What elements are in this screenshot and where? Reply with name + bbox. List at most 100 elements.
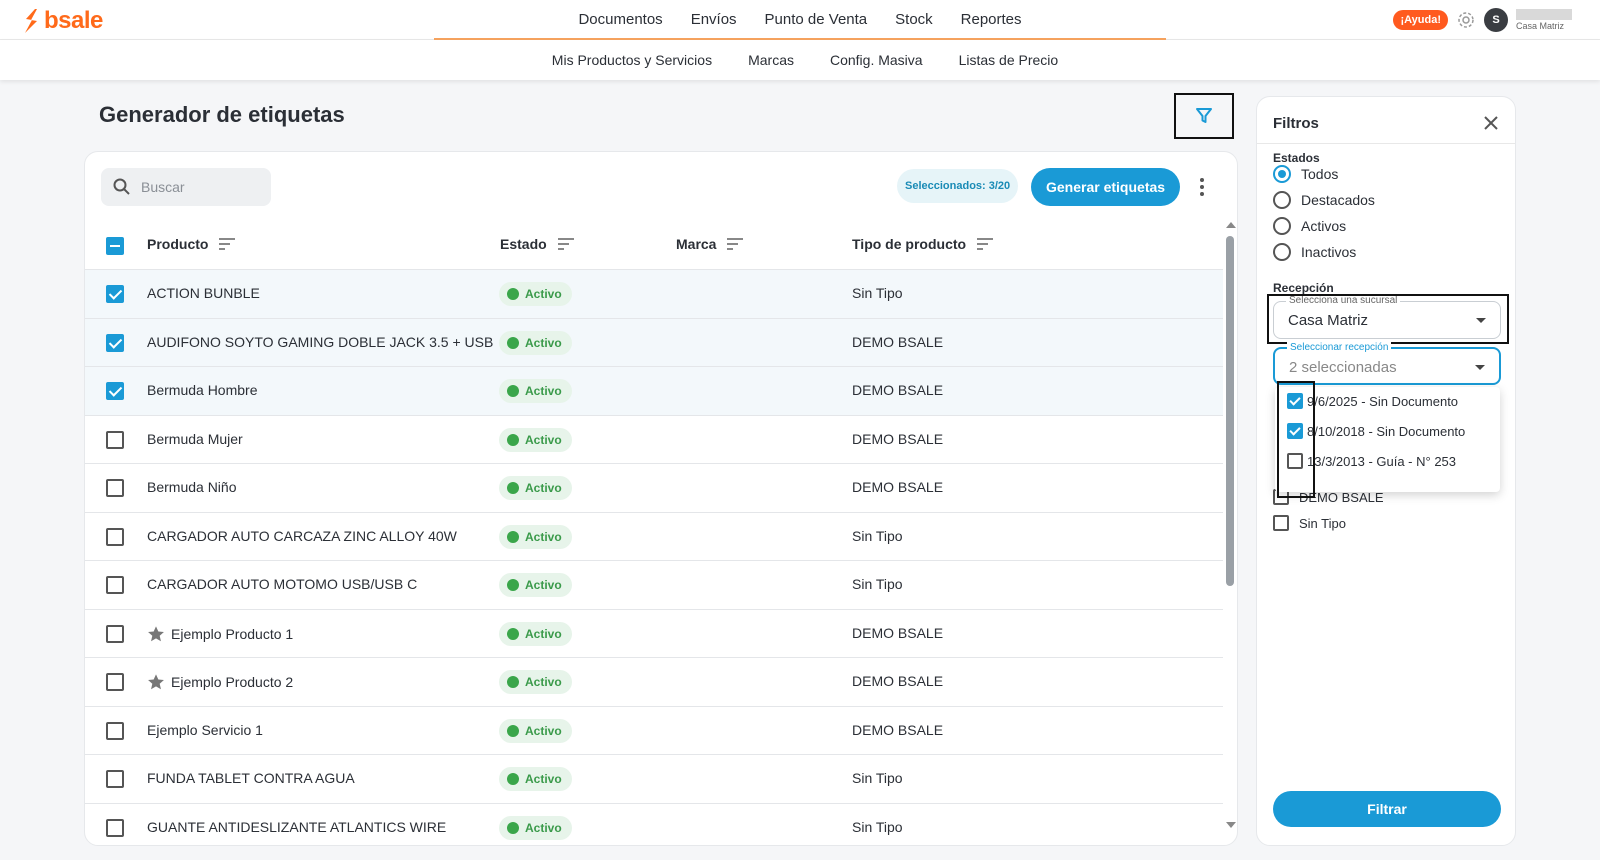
table-row[interactable]: CARGADOR AUTO MOTOMO USB/USB C Activo Sin … bbox=[85, 561, 1223, 610]
subnav-mis-productos[interactable]: Mis Productos y Servicios bbox=[552, 52, 712, 68]
row-checkbox[interactable] bbox=[106, 721, 124, 740]
row-checkbox[interactable] bbox=[106, 576, 124, 594]
type-checkbox[interactable] bbox=[1273, 515, 1289, 531]
product-cell: FUNDA TABLET CONTRA AGUA bbox=[147, 770, 355, 786]
product-cell: Bermuda Hombre bbox=[147, 382, 258, 398]
table-row[interactable]: AUDIFONO SOYTO GAMING DOBLE JACK 3.5 + U… bbox=[85, 318, 1223, 367]
generate-labels-button[interactable]: Generar etiquetas bbox=[1031, 168, 1181, 206]
radio-button[interactable] bbox=[1273, 165, 1291, 183]
product-type: Sin Tipo bbox=[852, 285, 903, 301]
row-checkbox[interactable] bbox=[106, 285, 124, 303]
more-options-icon[interactable] bbox=[1195, 174, 1209, 200]
reception-option-label: 13/3/2013 - Guía - N° 253 bbox=[1307, 453, 1457, 469]
sub-nav: Mis Productos y Servicios Marcas Config.… bbox=[0, 40, 1600, 80]
row-checkbox[interactable] bbox=[106, 818, 124, 837]
col-marca[interactable]: Marca bbox=[676, 236, 744, 252]
scroll-down-arrow[interactable] bbox=[1226, 822, 1236, 828]
radio-button[interactable] bbox=[1273, 217, 1291, 235]
status-label: Activo bbox=[525, 287, 562, 301]
row-checkbox[interactable] bbox=[106, 624, 124, 643]
gear-icon[interactable] bbox=[1456, 10, 1476, 30]
select-all-checkbox[interactable] bbox=[106, 237, 124, 255]
nav-documentos[interactable]: Documentos bbox=[578, 11, 662, 28]
funnel-icon bbox=[1196, 108, 1212, 123]
product-cell: GUANTE ANTIDESLIZANTE ATLANTICS WIRE bbox=[147, 819, 446, 835]
user-name-redacted bbox=[1516, 9, 1572, 20]
avatar[interactable]: S bbox=[1484, 8, 1508, 32]
product-name: FUNDA TABLET CONTRA AGUA bbox=[147, 770, 355, 786]
status-dot-icon bbox=[507, 821, 519, 834]
row-checkbox[interactable] bbox=[106, 770, 124, 788]
sort-icon[interactable] bbox=[976, 237, 994, 251]
chevron-down-icon bbox=[1475, 365, 1485, 370]
table-row[interactable]: Bermuda Hombre Activo DEMO BSALE bbox=[85, 367, 1223, 416]
status-dot-icon bbox=[507, 336, 519, 349]
radio-button[interactable] bbox=[1273, 243, 1291, 261]
nav-reportes[interactable]: Reportes bbox=[961, 11, 1022, 28]
estado-radio-1[interactable]: Destacados bbox=[1273, 191, 1375, 209]
product-name: ACTION BUNBLE bbox=[147, 285, 260, 301]
table-row[interactable]: CARGADOR AUTO CARCAZA ZINC ALLOY 40W Acti… bbox=[85, 513, 1223, 561]
row-checkbox[interactable] bbox=[106, 673, 124, 691]
row-checkbox[interactable] bbox=[106, 333, 124, 352]
product-type: DEMO BSALE bbox=[852, 673, 944, 689]
col-estado[interactable]: Estado bbox=[500, 236, 575, 252]
estado-radio-3[interactable]: Inactivos bbox=[1273, 243, 1356, 261]
status-badge: Activo bbox=[499, 330, 572, 355]
sort-icon[interactable] bbox=[726, 237, 744, 251]
main-nav: Documentos Envíos Punto de Venta Stock R… bbox=[434, 0, 1166, 40]
subnav-config-masiva[interactable]: Config. Masiva bbox=[830, 52, 923, 68]
estado-radio-2[interactable]: Activos bbox=[1273, 217, 1346, 235]
product-name: Ejemplo Producto 2 bbox=[171, 674, 294, 690]
table-row[interactable]: GUANTE ANTIDESLIZANTE ATLANTICS WIRE Acti… bbox=[85, 804, 1223, 846]
bsale-logo[interactable]: bsale bbox=[22, 7, 103, 35]
row-checkbox[interactable] bbox=[106, 430, 124, 449]
row-checkbox[interactable] bbox=[106, 479, 124, 497]
apply-filter-button[interactable]: Filtrar bbox=[1273, 791, 1501, 827]
product-type: DEMO BSALE bbox=[852, 479, 944, 495]
status-dot-icon bbox=[507, 385, 519, 397]
subnav-marcas[interactable]: Marcas bbox=[748, 52, 794, 68]
scroll-thumb[interactable] bbox=[1226, 236, 1234, 586]
col-producto[interactable]: Producto bbox=[147, 236, 236, 252]
subnav-listas-precio[interactable]: Listas de Precio bbox=[959, 52, 1059, 68]
estado-radio-0[interactable]: Todos bbox=[1273, 165, 1338, 183]
radio-label: Destacados bbox=[1301, 192, 1375, 208]
scrollbar[interactable] bbox=[1225, 222, 1236, 832]
table-row[interactable]: Ejemplo Producto 1 Activo DEMO BSALE bbox=[85, 610, 1223, 658]
row-checkbox[interactable] bbox=[106, 382, 124, 400]
sort-icon[interactable] bbox=[557, 237, 575, 251]
search-box[interactable] bbox=[101, 168, 271, 206]
close-icon[interactable] bbox=[1483, 115, 1499, 131]
reception-select[interactable]: Seleccionar recepción 2 seleccionadas bbox=[1273, 342, 1501, 385]
status-badge: Activo bbox=[499, 379, 572, 403]
status-label: Activo bbox=[525, 820, 562, 835]
row-checkbox[interactable] bbox=[106, 527, 124, 546]
scroll-up-arrow[interactable] bbox=[1226, 222, 1236, 228]
radio-button[interactable] bbox=[1273, 191, 1291, 209]
table-row[interactable]: FUNDA TABLET CONTRA AGUA Activo Sin Tipo bbox=[85, 755, 1223, 804]
table-row[interactable]: Bermuda Niño Activo DEMO BSALE bbox=[85, 464, 1223, 513]
table-body: ACTION BUNBLE Activo Sin Tipo AUDIFONO SOYT… bbox=[85, 270, 1223, 846]
status-label: Activo bbox=[525, 529, 562, 544]
nav-punto-de-venta[interactable]: Punto de Venta bbox=[765, 11, 868, 28]
product-name: Bermuda Mujer bbox=[147, 430, 243, 447]
sort-icon[interactable] bbox=[218, 237, 236, 251]
user-menu[interactable]: Casa Matriz bbox=[1516, 9, 1572, 31]
table-row[interactable]: ACTION BUNBLE Activo Sin Tipo bbox=[85, 270, 1223, 319]
col-marca-label: Marca bbox=[676, 236, 717, 252]
reception-select-value: 2 seleccionadas bbox=[1289, 359, 1397, 376]
col-tipo[interactable]: Tipo de producto bbox=[852, 236, 994, 252]
status-label: Activo bbox=[525, 335, 562, 350]
table-row[interactable]: Ejemplo Producto 2 Activo DEMO BSALE bbox=[85, 658, 1223, 707]
filter-toggle-button[interactable] bbox=[1174, 93, 1234, 139]
table-row[interactable]: Bermuda Mujer Activo DEMO BSALE bbox=[85, 416, 1223, 464]
product-cell: Ejemplo Servicio 1 bbox=[147, 722, 263, 738]
table-row[interactable]: Ejemplo Servicio 1 Activo DEMO BSALE bbox=[85, 707, 1223, 755]
help-button[interactable]: ¡Ayuda! bbox=[1393, 10, 1448, 30]
status-badge: Activo bbox=[499, 427, 572, 452]
nav-stock[interactable]: Stock bbox=[895, 11, 933, 28]
type-option-1[interactable]: Sin Tipo bbox=[1273, 515, 1346, 531]
search-input[interactable] bbox=[141, 179, 251, 195]
nav-envios[interactable]: Envíos bbox=[691, 11, 737, 28]
